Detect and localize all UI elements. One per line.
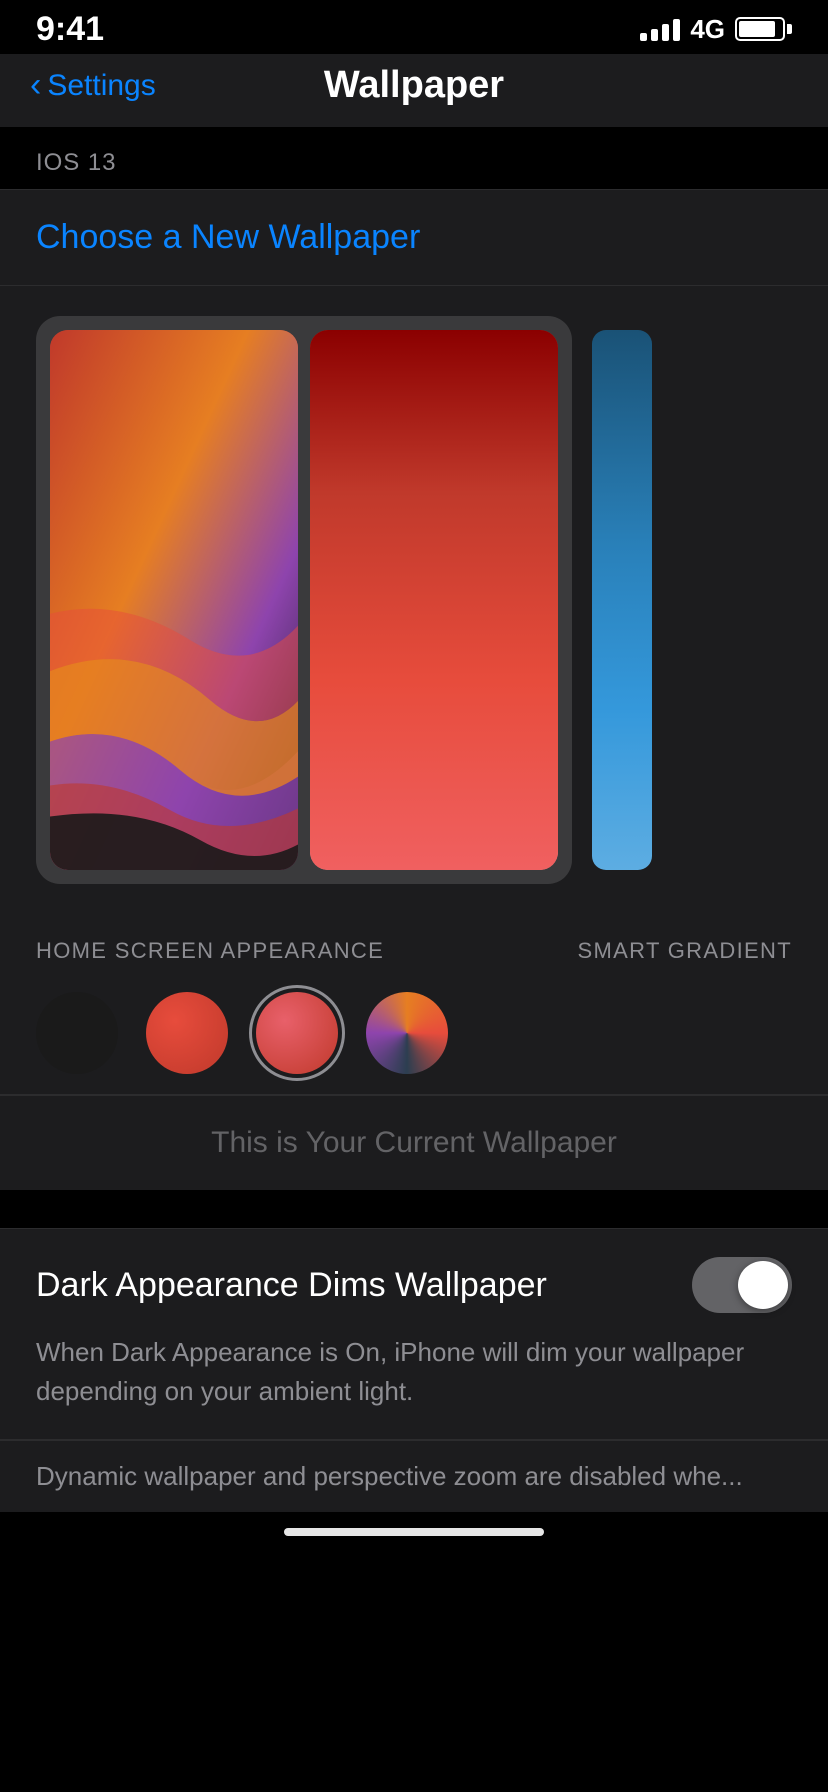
home-indicator (0, 1512, 828, 1552)
home-screen-appearance-label: HOME SCREEN APPEARANCE (36, 938, 384, 964)
signal-bars-icon (640, 17, 680, 41)
home-screen-wallpaper[interactable] (310, 330, 558, 870)
color-option-black[interactable] (36, 992, 118, 1074)
wallpaper-pair-wrapper[interactable] (36, 316, 572, 884)
current-wallpaper-label: This is Your Current Wallpaper (0, 1095, 828, 1190)
bottom-partial-text: Dynamic wallpaper and perspective zoom a… (36, 1461, 792, 1492)
nav-bar: ‹ Settings Wallpaper (0, 54, 828, 127)
wallpaper-preview-container (0, 286, 828, 914)
status-bar: 9:41 4G (0, 0, 828, 54)
choose-wallpaper-row[interactable]: Choose a New Wallpaper (0, 190, 828, 286)
status-icons: 4G (640, 14, 792, 45)
chevron-left-icon: ‹ (30, 66, 41, 105)
bottom-partial-section: Dynamic wallpaper and perspective zoom a… (0, 1440, 828, 1512)
appearance-section: HOME SCREEN APPEARANCE SMART GRADIENT (0, 914, 828, 1094)
next-wallpaper-peek[interactable] (592, 330, 652, 870)
color-option-pink-selected[interactable] (256, 992, 338, 1074)
dark-appearance-row: Dark Appearance Dims Wallpaper (36, 1257, 792, 1313)
toggle-knob (738, 1261, 788, 1309)
section-label: IOS 13 (0, 127, 828, 190)
color-option-wallpaper[interactable] (366, 992, 448, 1074)
status-time: 9:41 (36, 10, 104, 49)
spacer (0, 1190, 828, 1210)
appearance-header: HOME SCREEN APPEARANCE SMART GRADIENT (36, 938, 792, 964)
choose-wallpaper-link[interactable]: Choose a New Wallpaper (36, 218, 420, 256)
dark-appearance-section: Dark Appearance Dims Wallpaper When Dark… (0, 1228, 828, 1440)
page-title: Wallpaper (324, 64, 504, 107)
dark-appearance-title: Dark Appearance Dims Wallpaper (36, 1266, 547, 1305)
dark-appearance-toggle[interactable] (692, 1257, 792, 1313)
wallpaper-lock-svg (50, 330, 298, 870)
lock-screen-wallpaper[interactable] (50, 330, 298, 870)
wallpaper-home-svg (310, 330, 558, 870)
back-label: Settings (47, 69, 155, 103)
color-options (36, 992, 792, 1074)
dark-appearance-description: When Dark Appearance is On, iPhone will … (36, 1333, 792, 1411)
network-type-label: 4G (690, 14, 725, 45)
battery-icon (735, 17, 792, 41)
color-option-red[interactable] (146, 992, 228, 1074)
smart-gradient-label: SMART GRADIENT (578, 938, 792, 964)
back-button[interactable]: ‹ Settings (30, 66, 156, 105)
home-bar (284, 1528, 544, 1536)
